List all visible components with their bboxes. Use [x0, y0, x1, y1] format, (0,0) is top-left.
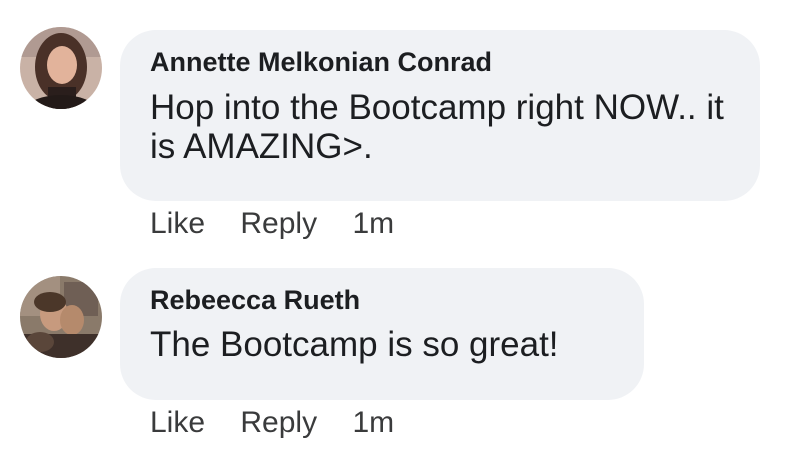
reply-button[interactable]: Reply — [240, 207, 317, 241]
comment-item: Rebeecca Rueth The Bootcamp is so great!… — [0, 262, 800, 461]
comment-bubble: Rebeecca Rueth The Bootcamp is so great! — [120, 268, 644, 400]
comment-author[interactable]: Rebeecca Rueth — [150, 283, 614, 317]
comment-timestamp[interactable]: 1m — [352, 406, 394, 440]
comment-author[interactable]: Annette Melkonian Conrad — [150, 45, 730, 79]
avatar-photo — [20, 27, 102, 109]
reply-button[interactable]: Reply — [240, 406, 317, 440]
comment-text: Hop into the Bootcamp right NOW.. it is … — [150, 88, 724, 166]
like-button[interactable]: Like — [150, 406, 205, 440]
comment-timestamp[interactable]: 1m — [352, 207, 394, 241]
comment-text: The Bootcamp is so great! — [150, 325, 559, 364]
comment-actions: Like Reply 1m — [150, 207, 394, 241]
avatar[interactable] — [20, 276, 102, 358]
comment-item: Annette Melkonian Conrad Hop into the Bo… — [0, 0, 800, 250]
comment-bubble: Annette Melkonian Conrad Hop into the Bo… — [120, 30, 760, 201]
avatar-photo — [20, 276, 102, 358]
comment-actions: Like Reply 1m — [150, 406, 394, 440]
avatar[interactable] — [20, 27, 102, 109]
like-button[interactable]: Like — [150, 207, 205, 241]
